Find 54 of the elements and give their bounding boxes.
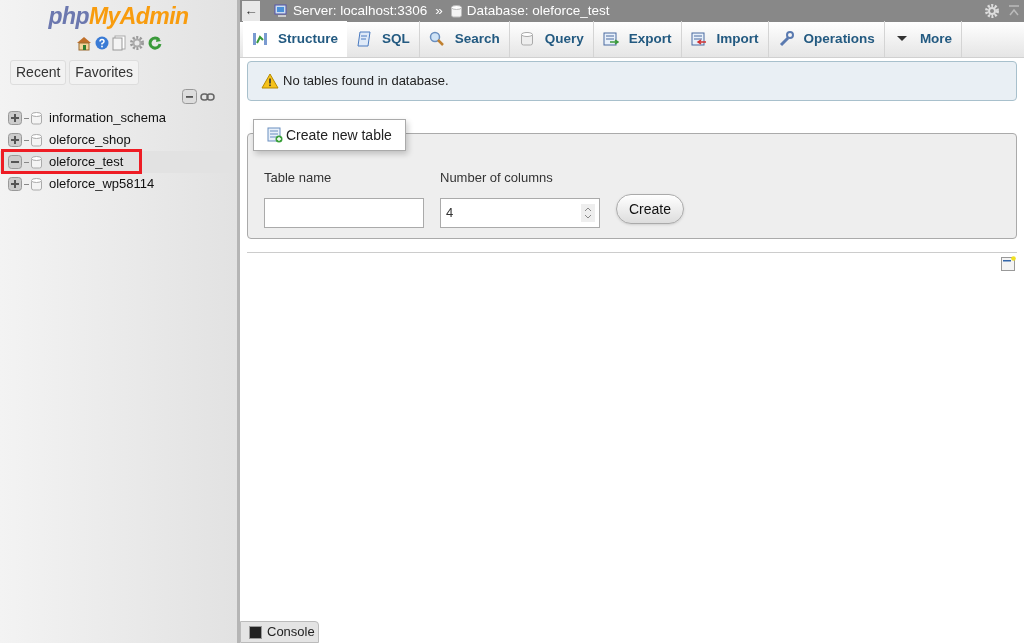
spinner-icon[interactable] [581,203,595,222]
expand-icon[interactable] [8,111,22,125]
settings-icon[interactable] [128,35,145,51]
database-icon [450,4,462,18]
collapse-icon[interactable] [182,89,197,104]
nav-tab[interactable]: Structure [243,21,347,57]
nav-tab[interactable]: SQL [347,21,420,57]
field-label: Table name [264,169,333,187]
warning-icon [261,73,279,89]
server-icon [274,4,289,18]
create-button[interactable]: Create [616,194,685,224]
reload-icon[interactable] [147,36,162,50]
home-icon[interactable] [75,35,92,51]
wrench-icon [777,31,794,47]
nav-tab[interactable]: Import [681,21,769,57]
scroll-icon [356,31,372,47]
table-add-icon [267,127,283,143]
link-icon[interactable] [200,92,215,101]
console-tab[interactable]: Console [240,621,319,643]
nav-tab[interactable]: Search [419,21,510,57]
database-icon [31,133,42,147]
database-icon [518,31,535,47]
expand-icon[interactable] [8,133,22,147]
database-icon [31,177,42,191]
database-icon [31,111,42,125]
table-name-input[interactable] [264,197,424,228]
logo-text: MyAdmin [88,2,189,30]
console-icon [249,625,262,639]
field-label: Number of columns [440,169,554,187]
separator-text: » [435,1,443,20]
structure-icon [252,31,268,47]
database-link[interactable]: oleforce_shop [49,130,131,150]
legend-label: Create new table [253,119,406,151]
nav-tab[interactable]: Query [509,21,594,57]
nav-tab[interactable]: Operations [768,21,885,57]
database-icon [31,155,42,169]
database-link[interactable]: oleforce_wp58114 [49,174,155,194]
help-icon[interactable] [94,36,109,50]
database-link[interactable]: Database: oleforce_test [466,0,610,22]
nav-tab[interactable]: More [884,21,963,57]
database-link[interactable]: information_schema [49,108,167,128]
collapse-icon[interactable] [8,155,22,169]
export-icon [602,31,619,47]
search-icon [428,31,445,47]
logo-text: php [48,2,89,30]
columns-number-input[interactable]: 4 [440,197,600,228]
note-icon[interactable] [1001,256,1016,271]
notice-text: No tables found in database. [283,72,449,91]
server-link[interactable]: Server: localhost:3306 [293,0,428,22]
import-icon [690,31,707,47]
sidebar-tab-button[interactable]: Favorites [69,60,139,85]
nav-tab[interactable]: Export [593,21,682,57]
expand-icon[interactable] [8,177,22,191]
sidebar-tab-button[interactable]: Recent [10,60,67,85]
